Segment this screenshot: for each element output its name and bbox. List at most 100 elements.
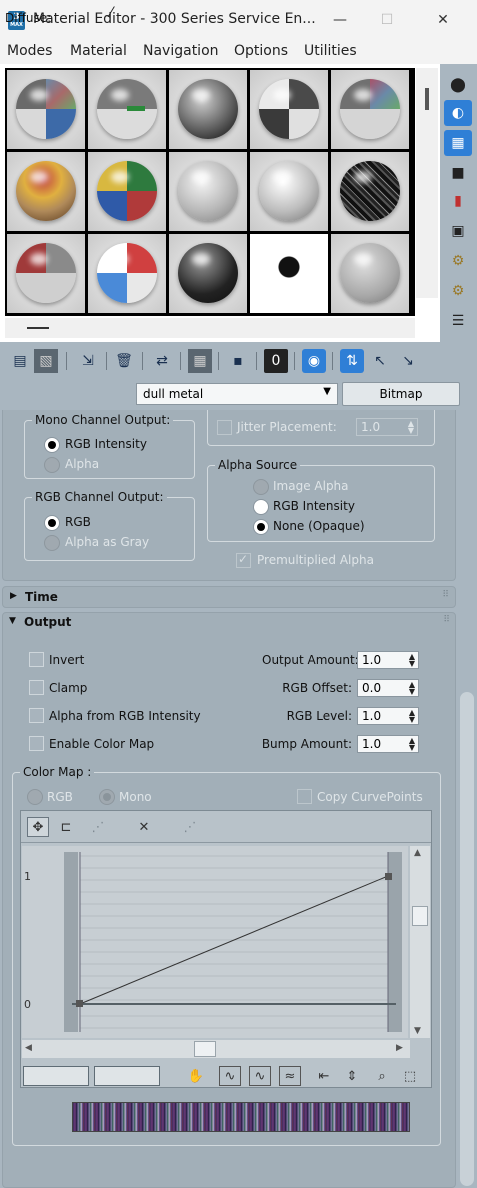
scroll-thumb[interactable] <box>27 327 49 329</box>
output-rollout-header[interactable]: ▼ Output ⠿ <box>2 612 456 634</box>
sample-slot[interactable] <box>169 234 247 313</box>
menu-utilities[interactable]: Utilities <box>304 43 357 59</box>
menu-material[interactable]: Material <box>70 43 127 59</box>
scroll-left-icon[interactable]: ◀ <box>25 1043 32 1053</box>
sample-slot[interactable] <box>7 234 85 313</box>
radio-rgb[interactable] <box>44 515 60 531</box>
background-checker-icon[interactable]: ▦ <box>444 130 472 156</box>
zoom-horizontal-extents-icon[interactable]: ∿ <box>249 1066 271 1086</box>
output-amount-spinner[interactable]: 1.0 ▲ ▼ <box>357 651 419 669</box>
clamp-checkbox[interactable] <box>29 680 44 695</box>
sample-slot[interactable] <box>331 152 409 231</box>
scroll-down-icon[interactable]: ▼ <box>414 1026 421 1036</box>
radio-alpha[interactable] <box>44 457 60 473</box>
maximize-button[interactable]: ☐ <box>372 8 402 32</box>
scroll-thumb[interactable] <box>194 1041 216 1057</box>
menu-modes[interactable]: Modes <box>7 43 52 59</box>
reset-curves-icon[interactable]: ⋰ <box>179 817 201 837</box>
jitter-spinner[interactable]: 1.0 ▲ ▼ <box>356 418 418 436</box>
menu-navigation[interactable]: Navigation <box>143 43 219 59</box>
sample-slot[interactable] <box>250 152 328 231</box>
radio-color-map-mono[interactable] <box>99 789 115 805</box>
zoom-horizontally-icon[interactable]: ⇤ <box>313 1066 335 1086</box>
move-point-icon[interactable]: ✥ <box>27 817 49 837</box>
scroll-up-icon[interactable]: ▲ <box>414 848 421 858</box>
sample-vertical-scrollbar[interactable] <box>416 68 438 318</box>
make-unique-icon[interactable]: ⇄ <box>150 349 174 373</box>
zoom-extents-icon[interactable]: ∿ <box>219 1066 241 1086</box>
video-color-check-icon[interactable]: ▮ <box>444 188 472 214</box>
curve-point[interactable] <box>76 1000 83 1007</box>
sample-uv-tiling-icon[interactable]: ■ <box>444 160 472 186</box>
radio-rgb-intensity[interactable] <box>44 437 60 453</box>
add-point-icon[interactable]: ⋰ <box>87 817 109 837</box>
rgb-level-spinner[interactable]: 1.0 ▲ ▼ <box>357 707 419 725</box>
time-rollout-header[interactable]: ▶ Time ⠿ <box>2 586 456 608</box>
zoom-region-icon[interactable]: ⬚ <box>399 1066 421 1086</box>
radio-alpha-as-gray[interactable] <box>44 535 60 551</box>
save-icon[interactable]: ▪ <box>226 349 250 373</box>
assign-to-selection-icon[interactable]: ⇲ <box>76 349 100 373</box>
bump-amount-spinner[interactable]: 1.0 ▲ ▼ <box>357 735 419 753</box>
zoom-icon[interactable]: ⌕ <box>371 1066 393 1086</box>
sample-horizontal-scrollbar[interactable] <box>5 318 415 338</box>
scale-point-icon[interactable]: ⊏ <box>55 817 77 837</box>
scroll-thumb[interactable] <box>412 906 428 926</box>
radio-color-map-rgb[interactable] <box>27 789 43 805</box>
sample-slot[interactable] <box>250 234 328 313</box>
sample-type-sphere-icon[interactable]: ⬤ <box>444 72 472 98</box>
sample-slot[interactable] <box>250 70 328 149</box>
material-id-channel-button[interactable]: 0 <box>264 349 288 373</box>
sample-slot[interactable] <box>169 70 247 149</box>
close-button[interactable]: ✕ <box>428 8 458 32</box>
menu-options[interactable]: Options <box>234 43 288 59</box>
curve-x-input[interactable] <box>23 1066 89 1086</box>
curve-y-input[interactable] <box>94 1066 160 1086</box>
radio-alpha-rgb-intensity[interactable] <box>253 499 269 515</box>
scroll-right-icon[interactable]: ▶ <box>396 1043 403 1053</box>
material-map-navigator-icon[interactable]: ☰ <box>444 308 472 334</box>
sample-slot[interactable] <box>331 234 409 313</box>
make-preview-icon[interactable]: ▣ <box>444 218 472 244</box>
rgb-offset-spinner[interactable]: 0.0 ▲ ▼ <box>357 679 419 697</box>
eyedropper-icon[interactable]: ⁄ <box>110 5 130 25</box>
radio-none-opaque[interactable] <box>253 519 269 535</box>
options-gear-icon[interactable]: ⚙ <box>444 248 472 274</box>
sample-slot[interactable] <box>88 152 166 231</box>
radio-image-alpha[interactable] <box>253 479 269 495</box>
pan-hand-icon[interactable]: ✋ <box>185 1066 207 1086</box>
curve-vertical-scrollbar[interactable]: ▲ ▼ <box>410 846 430 1038</box>
map-type-button[interactable]: Bitmap <box>342 382 460 406</box>
scroll-thumb[interactable] <box>425 88 429 110</box>
curve-point[interactable] <box>385 873 392 880</box>
curve-graph[interactable]: 1 0 <box>22 846 408 1038</box>
zoom-vertical-extents-icon[interactable]: ≈ <box>279 1066 301 1086</box>
scroll-thumb[interactable] <box>460 692 474 1186</box>
jitter-placement-checkbox[interactable] <box>217 420 232 435</box>
put-to-library-icon[interactable]: ▦ <box>188 349 212 373</box>
go-to-parent-icon[interactable]: ↖ <box>368 349 392 373</box>
show-map-in-viewport-icon[interactable]: ◉ <box>302 349 326 373</box>
backlight-icon[interactable]: ◐ <box>444 100 472 126</box>
material-name-dropdown[interactable]: dull metal ▼ <box>136 383 338 405</box>
go-forward-to-sibling-icon[interactable]: ↘ <box>396 349 420 373</box>
get-material-icon[interactable]: ▤ <box>8 349 32 373</box>
copy-curvepoints-checkbox[interactable] <box>297 789 312 804</box>
zoom-vertically-icon[interactable]: ⇕ <box>341 1066 363 1086</box>
sample-slot[interactable] <box>169 152 247 231</box>
sample-slot[interactable] <box>88 70 166 149</box>
panel-vertical-scrollbar[interactable] <box>457 410 477 1188</box>
put-to-scene-icon[interactable]: ▧ <box>34 349 58 373</box>
premultiplied-alpha-checkbox[interactable] <box>236 552 251 568</box>
enable-color-map-checkbox[interactable] <box>29 736 44 751</box>
sample-slot[interactable] <box>331 70 409 149</box>
curve-horizontal-scrollbar[interactable]: ◀ ▶ <box>22 1040 410 1058</box>
invert-checkbox[interactable] <box>29 652 44 667</box>
show-end-result-icon[interactable]: ⇅ <box>340 349 364 373</box>
alpha-from-rgb-checkbox[interactable] <box>29 708 44 723</box>
sample-slot[interactable] <box>7 152 85 231</box>
sample-slot[interactable] <box>7 70 85 149</box>
select-by-material-icon[interactable]: ⚙ <box>444 278 472 304</box>
sample-slot[interactable] <box>88 234 166 313</box>
delete-point-icon[interactable]: ✕ <box>133 817 155 837</box>
